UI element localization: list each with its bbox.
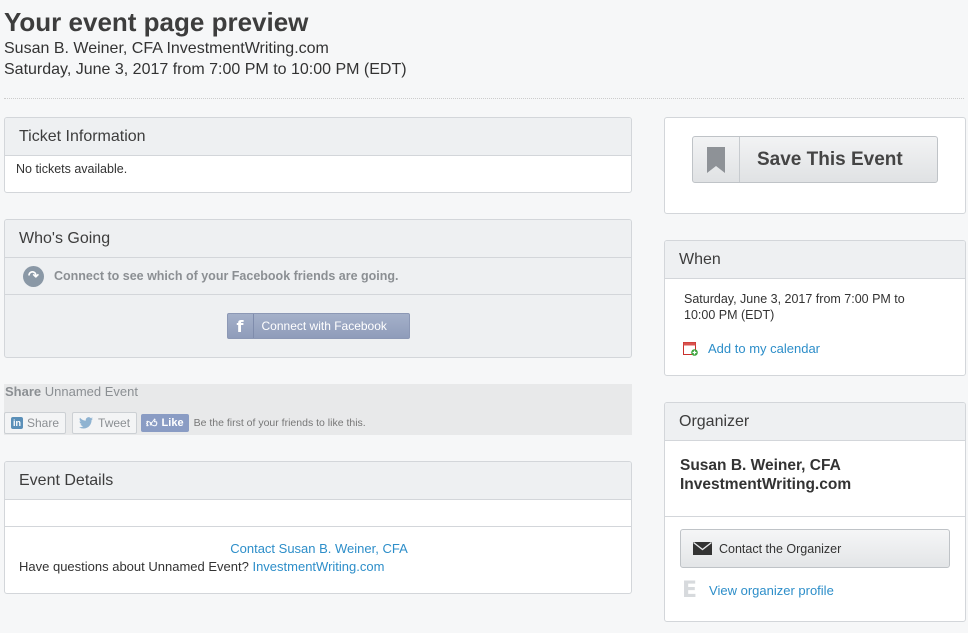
share-title: Share Unnamed Event xyxy=(5,384,138,399)
view-organizer-profile-link[interactable]: View organizer profile xyxy=(709,583,834,598)
page-title: Your event page preview xyxy=(4,7,309,37)
facebook-connect-prompt: Connect to see which of your Facebook fr… xyxy=(54,269,399,283)
ticket-info-heading: Ticket Information xyxy=(5,118,631,156)
when-date: Saturday, June 3, 2017 from 7:00 PM to 1… xyxy=(665,279,965,323)
ticket-info-panel: Ticket Information No tickets available. xyxy=(4,117,632,193)
like-label: Like xyxy=(161,417,184,429)
calendar-add-icon xyxy=(683,342,698,356)
eventbrite-logo-icon: E xyxy=(682,578,698,603)
share-label: Share xyxy=(5,384,42,399)
when-heading: When xyxy=(665,241,965,279)
facebook-icon: f xyxy=(228,314,254,338)
save-event-panel: Save This Event xyxy=(664,117,966,214)
linkedin-share-button[interactable]: in Share xyxy=(4,412,67,434)
connect-facebook-label: Connect with Facebook xyxy=(261,319,387,333)
event-date-line: Saturday, June 3, 2017 from 7:00 PM to 1… xyxy=(4,61,407,78)
add-to-calendar-label: Add to my calendar xyxy=(708,341,821,356)
header-divider xyxy=(4,98,964,99)
add-to-calendar-link[interactable]: Add to my calendar xyxy=(665,341,965,356)
page-header: Your event page preview Susan B. Weiner,… xyxy=(4,6,964,80)
questions-prefix: Have questions about Unnamed Event? xyxy=(19,559,249,574)
like-prompt: Be the first of your friends to like thi… xyxy=(193,417,366,429)
when-date-line2: 10:00 PM (EDT) xyxy=(684,308,775,322)
contact-organizer-link[interactable]: Contact Susan B. Weiner, CFA xyxy=(19,541,631,556)
facebook-like-button[interactable]: 👍︎ Like xyxy=(141,414,189,432)
save-event-label: Save This Event xyxy=(757,148,903,170)
organizer-name-line1: Susan B. Weiner, CFA xyxy=(680,457,841,474)
organizer-heading: Organizer xyxy=(665,403,965,441)
organizer-line: Susan B. Weiner, CFA InvestmentWriting.c… xyxy=(4,40,329,57)
contact-organizer-button[interactable]: Contact the Organizer xyxy=(680,529,950,568)
linkedin-share-label: Share xyxy=(27,416,60,430)
connect-facebook-button[interactable]: f Connect with Facebook xyxy=(226,313,410,339)
thumbs-up-icon: 👍︎ xyxy=(146,417,158,430)
facebook-button-wrap: f Connect with Facebook xyxy=(5,295,631,357)
when-panel: When Saturday, June 3, 2017 from 7:00 PM… xyxy=(664,240,966,376)
bookmark-icon-wrap xyxy=(693,137,740,182)
share-event-name: Unnamed Event xyxy=(44,384,138,399)
facebook-connect-prompt-row: ↷ Connect to see which of your Facebook … xyxy=(5,258,631,295)
whos-going-heading: Who's Going xyxy=(5,220,631,258)
when-date-line1: Saturday, June 3, 2017 from 7:00 PM to xyxy=(684,292,905,306)
organizer-website-link[interactable]: InvestmentWriting.com xyxy=(252,559,384,574)
whos-going-panel: Who's Going ↷ Connect to see which of yo… xyxy=(4,219,632,358)
event-details-heading: Event Details xyxy=(5,462,631,500)
bookmark-icon xyxy=(707,146,725,173)
twitter-icon xyxy=(79,417,94,429)
questions-line: Have questions about Unnamed Event? Inve… xyxy=(19,559,631,574)
tweet-button[interactable]: Tweet xyxy=(72,412,138,434)
tweet-label: Tweet xyxy=(98,416,131,430)
no-tickets-message: No tickets available. xyxy=(16,162,128,176)
event-details-contact: Contact Susan B. Weiner, CFA Have questi… xyxy=(5,527,631,574)
organizer-divider xyxy=(665,516,965,517)
organizer-name-line2: InvestmentWriting.com xyxy=(680,476,852,493)
linkedin-icon: in xyxy=(11,417,23,429)
share-arrow-icon: ↷ xyxy=(23,265,44,287)
contact-organizer-label: Contact the Organizer xyxy=(719,541,842,556)
organizer-panel: Organizer Susan B. Weiner, CFA Investmen… xyxy=(664,402,966,622)
share-bar: Share Unnamed Event in Share Tweet 👍︎ Li… xyxy=(4,384,632,435)
organizer-name: Susan B. Weiner, CFA InvestmentWriting.c… xyxy=(665,441,965,494)
share-buttons: in Share Tweet 👍︎ Like Be the first of y… xyxy=(4,412,366,434)
organizer-profile-row: E View organizer profile xyxy=(682,578,834,603)
event-details-panel: Event Details Contact Susan B. Weiner, C… xyxy=(4,461,632,594)
save-event-button[interactable]: Save This Event xyxy=(692,136,938,183)
envelope-icon xyxy=(693,542,712,555)
event-details-description xyxy=(5,500,631,527)
